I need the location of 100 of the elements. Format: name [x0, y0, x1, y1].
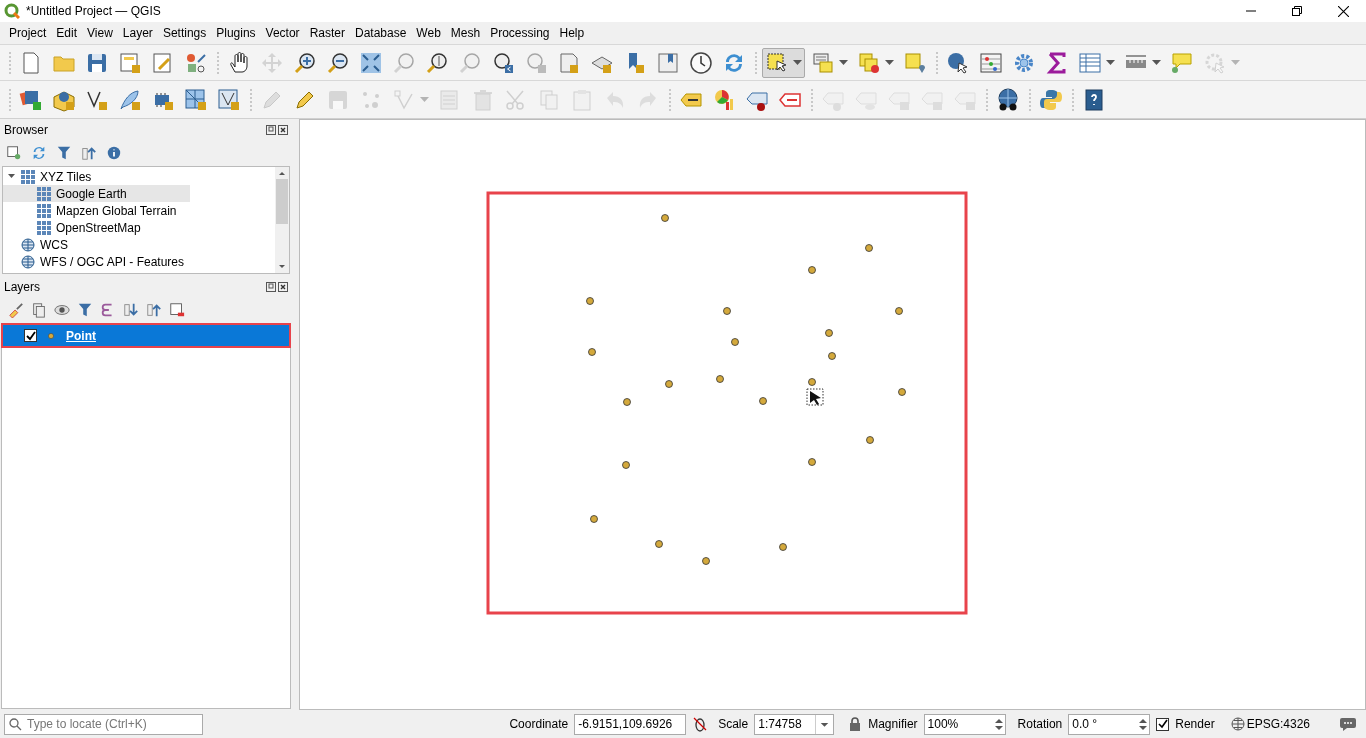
- map-point[interactable]: [590, 515, 598, 523]
- map-point[interactable]: [808, 378, 816, 386]
- map-point[interactable]: [825, 329, 833, 337]
- grid-icon: [37, 186, 51, 201]
- menu-item[interactable]: Database: [349, 24, 412, 42]
- zoom-out-icon: [326, 50, 350, 75]
- globe-icon: [21, 237, 35, 252]
- cursor-icon: [806, 388, 824, 406]
- magnifier-icon: [425, 50, 449, 75]
- tree-item[interactable]: WCS: [3, 236, 190, 253]
- filter-icon[interactable]: [56, 145, 72, 161]
- close-icon[interactable]: [278, 125, 289, 135]
- scale-label: Scale: [718, 716, 749, 733]
- move-down-icon[interactable]: [123, 302, 139, 318]
- bookmarks-icon: [656, 50, 680, 75]
- scale-combo[interactable]: 1:74758: [754, 713, 835, 735]
- menu-item[interactable]: Raster: [304, 24, 350, 42]
- layers-copy-icon[interactable]: [31, 302, 47, 318]
- close-icon[interactable]: [278, 282, 289, 292]
- search-icon: [9, 717, 22, 731]
- map-point[interactable]: [723, 307, 731, 315]
- map-point[interactable]: [665, 380, 673, 388]
- map-point[interactable]: [716, 375, 724, 383]
- coordinate-label: Coordinate: [509, 716, 569, 733]
- tree-item[interactable]: Google Earth: [3, 185, 190, 202]
- menu-item[interactable]: Layer: [117, 24, 158, 42]
- map-point[interactable]: [808, 458, 816, 466]
- tree-item[interactable]: XYZ Tiles: [3, 168, 190, 185]
- globe-icon[interactable]: [1230, 717, 1245, 731]
- map-point[interactable]: [808, 266, 816, 274]
- info-icon[interactable]: [106, 145, 122, 161]
- window-title: *Untitled Project — QGIS: [26, 3, 161, 20]
- messages-icon[interactable]: [1340, 716, 1356, 732]
- menu-item[interactable]: View: [82, 24, 118, 42]
- map-point[interactable]: [898, 388, 906, 396]
- menu-item[interactable]: Vector: [260, 24, 305, 42]
- filter-icon[interactable]: [77, 302, 93, 318]
- sigma-icon: [1045, 50, 1069, 75]
- collapse-icon[interactable]: [7, 172, 16, 181]
- map-point[interactable]: [622, 461, 630, 469]
- layer-checkbox[interactable]: [24, 329, 37, 342]
- map-point[interactable]: [759, 397, 767, 405]
- render-checkbox[interactable]: [1156, 717, 1170, 731]
- map-point[interactable]: [588, 348, 596, 356]
- abacus-icon: [979, 50, 1003, 75]
- remove-layer-icon[interactable]: [169, 302, 185, 318]
- menu-item[interactable]: Edit: [51, 24, 83, 42]
- panel-title: Browser: [4, 122, 48, 139]
- layer-row[interactable]: Point: [2, 324, 291, 347]
- float-icon[interactable]: [266, 125, 277, 135]
- brush-icon[interactable]: [8, 302, 24, 318]
- clock-icon: [689, 50, 713, 75]
- rotation-spinbox[interactable]: 0.0 °: [1068, 713, 1151, 735]
- scrollbar[interactable]: [275, 167, 290, 273]
- grid-icon: [37, 220, 51, 235]
- map-point[interactable]: [865, 244, 873, 252]
- menu-item[interactable]: Help: [554, 24, 590, 42]
- hand-icon: [227, 50, 251, 75]
- crs-button[interactable]: EPSG:4326: [1246, 715, 1310, 733]
- menu-item[interactable]: Processing: [485, 24, 555, 42]
- map-point[interactable]: [779, 543, 787, 551]
- tree-item[interactable]: Mapzen Global Terrain: [3, 202, 190, 219]
- map-point[interactable]: [731, 338, 739, 346]
- python-icon: [1039, 87, 1063, 112]
- collapse-tree-icon[interactable]: [81, 145, 97, 161]
- map-point[interactable]: [623, 398, 631, 406]
- add-selected-icon[interactable]: [6, 145, 22, 161]
- map-point[interactable]: [702, 557, 710, 565]
- menu-item[interactable]: Web: [411, 24, 446, 42]
- map-point[interactable]: [895, 307, 903, 315]
- check-icon: [25, 330, 36, 341]
- menu-item[interactable]: Project: [4, 24, 52, 42]
- menu-item[interactable]: Plugins: [211, 24, 261, 42]
- menu-item[interactable]: Mesh: [445, 24, 486, 42]
- identify-icon: [946, 50, 970, 75]
- rotation-label: Rotation: [1017, 716, 1063, 733]
- map-point[interactable]: [655, 540, 663, 548]
- float-icon[interactable]: [266, 282, 277, 292]
- refresh-icon[interactable]: [31, 145, 47, 161]
- locate-field[interactable]: Type to locate (Ctrl+K): [4, 713, 203, 735]
- toolbar-button[interactable]: [762, 47, 805, 78]
- tree-item[interactable]: OpenStreetMap: [3, 219, 190, 236]
- eye-icon[interactable]: [54, 302, 70, 318]
- render-label: Render: [1175, 716, 1215, 733]
- map-point[interactable]: [866, 436, 874, 444]
- magnifier-spinbox[interactable]: 100%: [923, 713, 1006, 735]
- check-icon: [1157, 719, 1168, 729]
- select-location-icon: [903, 50, 927, 75]
- map-point[interactable]: [828, 352, 836, 360]
- map-point[interactable]: [661, 214, 669, 222]
- menu-item[interactable]: Settings: [157, 24, 212, 42]
- close-icon: [1337, 5, 1349, 17]
- map-point[interactable]: [586, 297, 594, 305]
- coordinate-field[interactable]: -6.9151,109.6926: [574, 713, 687, 735]
- lock-icon[interactable]: [848, 716, 863, 732]
- panel-title: Layers: [4, 279, 41, 296]
- move-up-icon[interactable]: [146, 302, 162, 318]
- magnifier-back-icon: [491, 50, 515, 75]
- tree-item[interactable]: WFS / OGC API - Features: [3, 253, 190, 270]
- mouse-icon[interactable]: [692, 716, 709, 732]
